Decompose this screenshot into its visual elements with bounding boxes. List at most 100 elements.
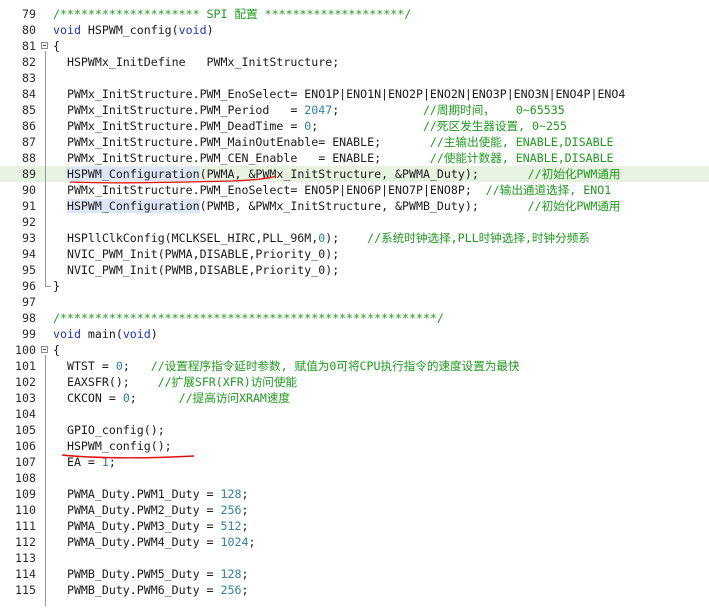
code-line[interactable]: 81 { bbox=[0, 38, 709, 54]
code-text: /******************** SPI 配置 ***********… bbox=[53, 6, 411, 22]
code-line[interactable]: 114 PWMB_Duty.PWM5_Duty = 128; bbox=[0, 566, 709, 582]
fold-guide-line bbox=[45, 51, 46, 286]
code-token: ; bbox=[241, 487, 249, 501]
code-comment: //设置程序指令延时参数, 赋值为0可将CPU执行指令的速度设置为最快 bbox=[129, 359, 520, 373]
code-token: ; bbox=[241, 583, 249, 597]
code-text: HSPWM_Configuration(PWMB, &PWMx_InitStru… bbox=[53, 198, 621, 214]
line-number: 85 bbox=[22, 103, 36, 117]
line-number: 88 bbox=[22, 151, 36, 165]
code-text: PWMx_InitStructure.PWM_EnoSelect= ENO5P|… bbox=[53, 182, 611, 198]
line-number: 93 bbox=[22, 231, 36, 245]
code-line[interactable]: 99 void main(void) bbox=[0, 326, 709, 342]
code-text: CKCON = 0; //提高访问XRAM速度 bbox=[53, 390, 290, 406]
line-number: 108 bbox=[15, 471, 36, 485]
code-text: void HSPWM_config(void) bbox=[53, 22, 214, 38]
code-comment: //系统时钟选择,PLL时钟选择,时钟分频系 bbox=[339, 231, 590, 245]
code-keyword: void bbox=[178, 23, 207, 37]
code-line[interactable]: 83 bbox=[0, 70, 709, 86]
code-text: WTST = 0; //设置程序指令延时参数, 赋值为0可将CPU执行指令的速度… bbox=[53, 358, 520, 374]
code-number: 128 bbox=[220, 487, 242, 501]
code-line[interactable]: 89 HSPWM_Configuration(PWMA, &PWMx_InitS… bbox=[0, 166, 709, 182]
code-line[interactable]: 105 GPIO_config(); bbox=[0, 422, 709, 438]
code-line[interactable]: 80 void HSPWM_config(void) bbox=[0, 22, 709, 38]
code-line[interactable]: 107 EA = 1; bbox=[0, 454, 709, 470]
function-reference: HSPWM_Configuration bbox=[66, 199, 200, 213]
line-number: 113 bbox=[15, 551, 36, 565]
code-line[interactable]: 111 PWMA_Duty.PWM3_Duty = 512; bbox=[0, 518, 709, 534]
code-line[interactable]: 94 NVIC_PWM_Init(PWMA,DISABLE,Priority_0… bbox=[0, 246, 709, 262]
code-text: { bbox=[53, 38, 60, 54]
code-token: HSPllClkConfig(MCLKSEL_HIRC,PLL_96M, bbox=[53, 231, 319, 245]
line-number: 82 bbox=[22, 55, 36, 69]
code-token: ; bbox=[122, 359, 130, 373]
code-line[interactable]: 84 PWMx_InitStructure.PWM_EnoSelect= ENO… bbox=[0, 86, 709, 102]
line-number: 115 bbox=[15, 583, 36, 597]
line-number: 97 bbox=[22, 295, 36, 309]
code-line[interactable]: 113 bbox=[0, 550, 709, 566]
code-editor[interactable]: 79 /******************** SPI 配置 *********… bbox=[0, 0, 709, 610]
fold-guide-line bbox=[45, 355, 46, 606]
code-line[interactable]: 104 bbox=[0, 406, 709, 422]
line-number: 104 bbox=[15, 407, 36, 421]
line-number: 109 bbox=[15, 487, 36, 501]
fold-collapse-icon[interactable] bbox=[41, 346, 48, 353]
code-line[interactable]: 93 HSPllClkConfig(MCLKSEL_HIRC,PLL_96M,0… bbox=[0, 230, 709, 246]
line-number: 110 bbox=[15, 503, 36, 517]
code-line[interactable]: 82 HSPWMx_InitDefine PWMx_InitStructure; bbox=[0, 54, 709, 70]
line-number: 105 bbox=[15, 423, 36, 437]
code-text: EA = 1; bbox=[53, 454, 116, 470]
line-number: 80 bbox=[22, 23, 36, 37]
code-line[interactable]: 87 PWMx_InitStructure.PWM_MainOutEnable=… bbox=[0, 134, 709, 150]
code-text: PWMx_InitStructure.PWM_DeadTime = 0; //死… bbox=[53, 118, 567, 134]
code-text: PWMB_Duty.PWM6_Duty = 256; bbox=[53, 582, 249, 598]
code-line[interactable]: 96} bbox=[0, 278, 709, 294]
code-token: { bbox=[53, 39, 60, 53]
code-line[interactable]: 86 PWMx_InitStructure.PWM_DeadTime = 0; … bbox=[0, 118, 709, 134]
code-keyword: void bbox=[53, 327, 81, 341]
code-text: PWMA_Duty.PWM1_Duty = 128; bbox=[53, 486, 249, 502]
code-token: PWMA_Duty.PWM1_Duty = bbox=[53, 487, 221, 501]
code-token: ; bbox=[241, 519, 249, 533]
code-line[interactable]: 97 bbox=[0, 294, 709, 310]
code-line[interactable]: 101 WTST = 0; //设置程序指令延时参数, 赋值为0可将CPU执行指… bbox=[0, 358, 709, 374]
code-line[interactable]: 103 CKCON = 0; //提高访问XRAM速度 bbox=[0, 390, 709, 406]
code-comment: /***************************************… bbox=[53, 311, 444, 325]
line-number: 79 bbox=[22, 7, 36, 21]
code-line[interactable]: 98 /*************************************… bbox=[0, 310, 709, 326]
code-line[interactable]: 115 PWMB_Duty.PWM6_Duty = 256; bbox=[0, 582, 709, 598]
code-line[interactable]: 95 NVIC_PWM_Init(PWMB,DISABLE,Priority_0… bbox=[0, 262, 709, 278]
code-token: (PWMA, &PWMx_InitStructure, &PWMA_Duty); bbox=[199, 167, 479, 181]
code-token: ; bbox=[108, 455, 116, 469]
code-line[interactable]: 106 HSPWM_config(); bbox=[0, 438, 709, 454]
code-line[interactable]: 79 /******************** SPI 配置 *********… bbox=[0, 6, 709, 22]
line-number: 111 bbox=[15, 519, 36, 533]
code-comment: //周期时间， 0~65535 bbox=[339, 103, 565, 117]
code-token: { bbox=[53, 343, 60, 357]
code-text: { bbox=[53, 342, 60, 358]
code-line[interactable]: 108 bbox=[0, 470, 709, 486]
code-token: ; bbox=[248, 535, 256, 549]
code-number: 0 bbox=[122, 391, 130, 405]
line-number: 103 bbox=[15, 391, 36, 405]
code-line[interactable]: 90 PWMx_InitStructure.PWM_EnoSelect= ENO… bbox=[0, 182, 709, 198]
code-line[interactable]: 102 EAXSFR(); //扩展SFR(XFR)访问使能 bbox=[0, 374, 709, 390]
code-number: 2047 bbox=[304, 103, 333, 117]
code-line[interactable]: 112 PWMA_Duty.PWM4_Duty = 1024; bbox=[0, 534, 709, 550]
code-line[interactable]: 85 PWMx_InitStructure.PWM_Period = 2047;… bbox=[0, 102, 709, 118]
code-line[interactable]: 92 bbox=[0, 214, 709, 230]
code-line[interactable]: 109 PWMA_Duty.PWM1_Duty = 128; bbox=[0, 486, 709, 502]
code-line[interactable]: 100 { bbox=[0, 342, 709, 358]
code-text: HSPWMx_InitDefine PWMx_InitStructure; bbox=[53, 54, 339, 70]
code-line[interactable]: 110 PWMA_Duty.PWM2_Duty = 256; bbox=[0, 502, 709, 518]
code-token: PWMx_InitStructure.PWM_MainOutEnable= EN… bbox=[53, 135, 382, 149]
code-line[interactable]: 91 HSPWM_Configuration(PWMB, &PWMx_InitS… bbox=[0, 198, 709, 214]
code-token: PWMx_InitStructure.PWM_CEN_Enable = ENAB… bbox=[53, 151, 382, 165]
code-text: void main(void) bbox=[53, 326, 158, 342]
line-number: 92 bbox=[22, 215, 36, 229]
code-text: EAXSFR(); //扩展SFR(XFR)访问使能 bbox=[53, 374, 297, 390]
fold-collapse-icon[interactable] bbox=[41, 42, 48, 49]
code-line[interactable]: 88 PWMx_InitStructure.PWM_CEN_Enable = E… bbox=[0, 150, 709, 166]
line-number: 106 bbox=[15, 439, 36, 453]
code-comment: //主输出使能, ENABLE,DISABLE bbox=[381, 135, 614, 149]
code-number: 0 bbox=[115, 359, 123, 373]
